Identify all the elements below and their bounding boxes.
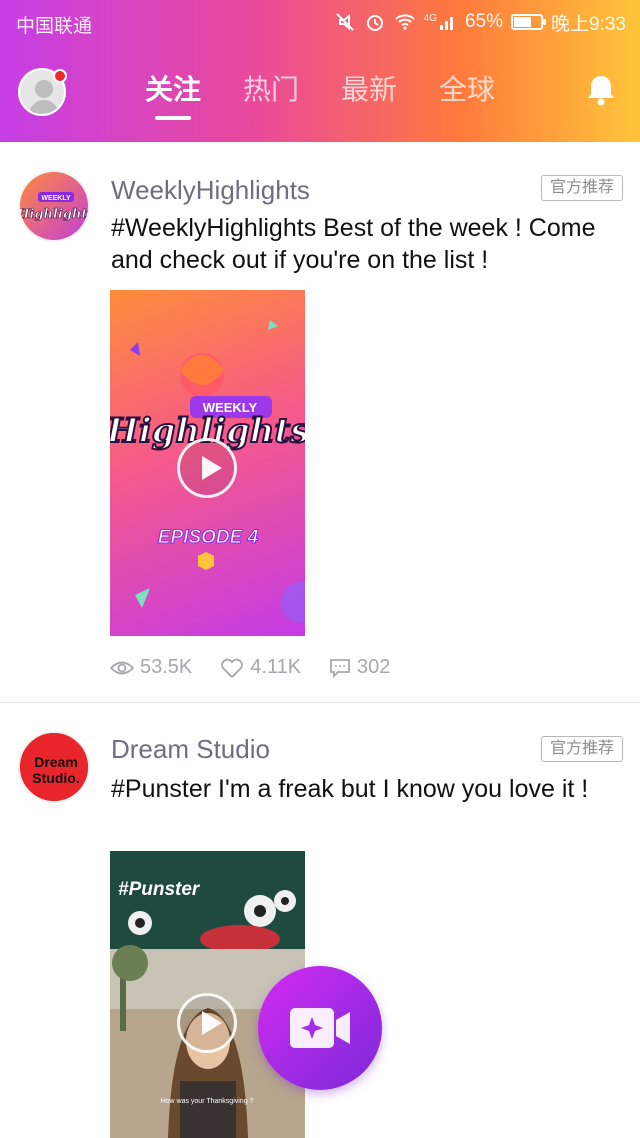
tab-following[interactable]: 关注 xyxy=(145,72,243,112)
avatar-text-highlights: Highlights xyxy=(20,207,90,222)
thumbnail-text-episode: EPISODE 4 xyxy=(158,527,259,548)
bell-icon[interactable] xyxy=(585,73,617,107)
comments-count: 302 xyxy=(357,656,391,678)
weekly-highlights-logo: WEEKLY Highlights xyxy=(20,172,90,240)
status-bar: 中国联通 4G 65% 晚上9:33 xyxy=(0,0,640,44)
tab-popular[interactable]: 热门 xyxy=(243,72,341,112)
avatar-text-weekly: WEEKLY xyxy=(41,195,71,202)
likes-stat[interactable]: 4.11K xyxy=(220,656,301,679)
post-stats: 53.5K 4.11K 302 xyxy=(110,656,390,679)
author-name[interactable]: Dream Studio xyxy=(111,734,270,765)
heart-icon xyxy=(221,658,244,678)
active-tab-indicator xyxy=(155,116,191,120)
feed-post: WEEKLY Highlights WeeklyHighlights 官方推荐 … xyxy=(0,142,640,702)
tab-global[interactable]: 全球 xyxy=(439,72,537,112)
tab-latest[interactable]: 最新 xyxy=(341,72,439,112)
views-stat: 53.5K xyxy=(110,656,192,679)
post-caption: #WeeklyHighlights Best of the week ! Com… xyxy=(111,214,596,274)
top-header: 中国联通 4G 65% 晚上9:33 关注 热门 最新 全球 xyxy=(0,0,640,142)
notification-dot xyxy=(53,69,67,83)
signal-icon xyxy=(439,17,453,30)
record-video-button[interactable] xyxy=(258,966,382,1090)
post-caption: #Punster I'm a freak but I know you love… xyxy=(111,775,589,803)
dream-studio-logo: Dream Studio. xyxy=(20,733,88,801)
play-button[interactable] xyxy=(177,993,237,1053)
likes-count: 4.11K xyxy=(250,656,302,678)
comment-icon xyxy=(330,658,350,678)
eye-icon xyxy=(110,661,134,674)
video-camera-sparkle-icon xyxy=(290,1008,350,1048)
play-button[interactable] xyxy=(177,438,237,498)
author-name[interactable]: WeeklyHighlights xyxy=(111,175,310,206)
video-thumbnail[interactable]: WEEKLY Highlights EPISODE 4 xyxy=(110,290,305,636)
comments-stat[interactable]: 302 xyxy=(329,656,390,679)
battery-fill xyxy=(514,17,532,27)
author-avatar[interactable]: WEEKLY Highlights xyxy=(18,170,90,242)
views-count: 53.5K xyxy=(140,656,193,678)
status-icons: 4G 65% 晚上9:33 xyxy=(334,10,626,35)
author-avatar[interactable]: Dream Studio. xyxy=(18,731,90,803)
battery-icon xyxy=(511,14,547,30)
clock: 晚上9:33 xyxy=(551,13,626,35)
wifi-icon xyxy=(394,14,415,30)
video-subtitle: How was your Thanksgiving ? xyxy=(161,1098,254,1105)
official-badge: 官方推荐 xyxy=(541,736,623,762)
official-badge: 官方推荐 xyxy=(541,175,623,201)
alarm-icon xyxy=(366,15,383,31)
mute-icon xyxy=(335,13,354,31)
carrier-label: 中国联通 xyxy=(16,16,93,37)
feed-tabs: 关注 热门 最新 全球 xyxy=(145,72,537,112)
avatar-text-dream: Dream xyxy=(34,754,78,770)
network-type: 4G xyxy=(423,12,437,24)
thumbnail-text-punster: #Punster xyxy=(118,879,201,900)
battery-percent: 65% xyxy=(464,11,504,32)
avatar-text-studio: Studio. xyxy=(32,770,79,786)
